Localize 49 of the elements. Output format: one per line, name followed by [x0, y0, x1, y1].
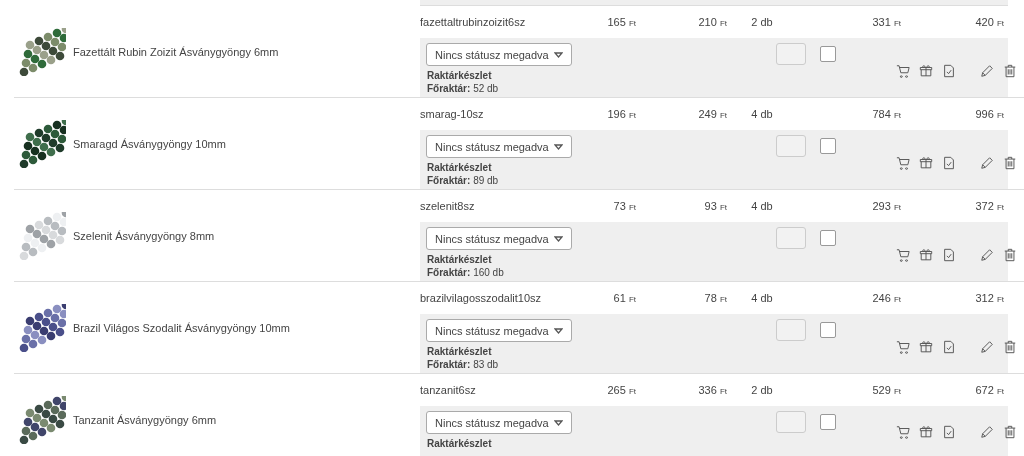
total-net: 293 Ft — [871, 200, 901, 212]
stock-info: Főraktár: 52 db — [426, 83, 500, 94]
unit-price-gross: 336 Ft — [697, 384, 727, 396]
stock-title: Raktárkészlet — [426, 254, 493, 265]
total-net: 331 Ft — [871, 16, 901, 28]
quantity: 2 db — [750, 16, 774, 28]
stock-info: Főraktár: 89 db — [426, 175, 500, 186]
stock-info: Főraktár: 83 db — [426, 359, 500, 370]
total-gross: 372 Ft — [974, 200, 1004, 212]
total-gross: 312 Ft — [974, 292, 1004, 304]
quantity: 4 db — [750, 108, 774, 120]
status-dropdown[interactable]: Nincs státusz megadva — [426, 319, 572, 342]
total-gross: 420 Ft — [974, 16, 1004, 28]
stock-title: Raktárkészlet — [426, 438, 493, 449]
status-dropdown[interactable]: Nincs státusz megadva — [426, 135, 572, 158]
unit-price-gross: 78 Ft — [703, 292, 727, 304]
product-name[interactable]: Szelenit Ásványgyöngy 8mm — [73, 229, 215, 242]
stock-info: Főraktár: 160 db — [426, 267, 505, 278]
stock-title: Raktárkészlet — [426, 162, 493, 173]
stock-title: Raktárkészlet — [426, 70, 493, 81]
unit-price-gross: 249 Ft — [697, 108, 727, 120]
status-dropdown[interactable]: Nincs státusz megadva — [426, 227, 572, 250]
unit-price-net: 73 Ft — [612, 200, 636, 212]
product-name[interactable]: Fazettált Rubin Zoizit Ásványgyöngy 6mm — [73, 45, 279, 58]
unit-price-gross: 93 Ft — [703, 200, 727, 212]
status-dropdown[interactable]: Nincs státusz megadva — [426, 411, 572, 434]
unit-price-net: 196 Ft — [606, 108, 636, 120]
stock-title: Raktárkészlet — [426, 346, 493, 357]
total-net: 529 Ft — [871, 384, 901, 396]
product-name[interactable]: Smaragd Ásványgyöngy 10mm — [73, 137, 226, 150]
sku: tanzanit6sz — [420, 384, 477, 396]
total-gross: 672 Ft — [974, 384, 1004, 396]
quantity: 4 db — [750, 200, 774, 212]
unit-price-net: 165 Ft — [606, 16, 636, 28]
status-dropdown[interactable]: Nincs státusz megadva — [426, 43, 572, 66]
unit-price-net: 265 Ft — [606, 384, 636, 396]
quantity: 4 db — [750, 292, 774, 304]
sku: brazilvilagosszodalit10sz — [420, 292, 543, 304]
quantity: 2 db — [750, 384, 774, 396]
sku: smarag-10sz — [420, 108, 485, 120]
product-name[interactable]: Tanzanit Ásványgyöngy 6mm — [73, 413, 217, 426]
total-gross: 996 Ft — [974, 108, 1004, 120]
unit-price-net: 61 Ft — [612, 292, 636, 304]
total-net: 784 Ft — [871, 108, 901, 120]
total-net: 246 Ft — [871, 292, 901, 304]
product-name[interactable]: Brazil Világos Szodalit Ásványgyöngy 10mm — [73, 321, 290, 334]
sku: fazettaltrubinzoizit6sz — [420, 16, 527, 28]
sku: szelenit8sz — [420, 200, 476, 212]
unit-price-gross: 210 Ft — [697, 16, 727, 28]
